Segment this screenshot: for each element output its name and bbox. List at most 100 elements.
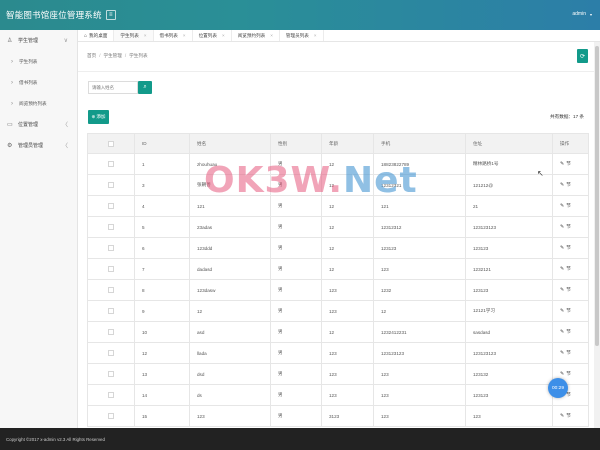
table-row[interactable]: 9 12 男 123 12 12121学习 ✎ 节	[87, 300, 589, 322]
cell-age: 12	[321, 216, 374, 238]
table-row[interactable]: 12 llada 男 123 123123123 123123123 ✎ 节	[87, 342, 589, 364]
tab-admin-list[interactable]: 管理员列表 ×	[280, 30, 324, 41]
table-row[interactable]: 5 23adas 男 12 12312312 123123123 ✎ 节	[87, 216, 589, 238]
cell-phone: 123	[373, 258, 466, 280]
checkbox[interactable]	[108, 140, 114, 147]
close-icon[interactable]: ×	[183, 33, 186, 38]
table-row[interactable]: 10 asd 男 12 1232412231 sasdasd ✎ 节	[87, 321, 589, 343]
table-row[interactable]: 15 123 男 3123 123 123 ✎ 节	[87, 405, 589, 427]
cell-id: 4	[134, 195, 190, 217]
edit-button[interactable]: ✎节	[560, 350, 571, 356]
cell-gender: 男	[270, 363, 322, 385]
checkbox[interactable]	[108, 182, 114, 188]
close-icon[interactable]: ×	[314, 33, 317, 38]
checkbox[interactable]	[108, 224, 114, 230]
row-select-cell[interactable]	[87, 279, 135, 301]
tab-seat-list[interactable]: 位置列表 ×	[193, 30, 232, 41]
table-row[interactable]: 14ds男123123123123✎节	[87, 384, 589, 406]
tab-label: 我的桌面	[89, 32, 108, 38]
breadcrumb-item[interactable]: 首页	[87, 53, 96, 58]
refresh-button[interactable]: ⟳	[577, 49, 588, 63]
checkbox[interactable]	[108, 350, 114, 356]
close-icon[interactable]: ×	[270, 33, 273, 38]
checkbox[interactable]	[108, 161, 114, 167]
cell-address: sasdasd	[465, 321, 553, 343]
scrollbar-thumb[interactable]	[595, 46, 599, 346]
sidebar-item-borrow-list[interactable]: › 借书列表	[0, 72, 77, 93]
tab-label: 借书列表	[159, 32, 178, 38]
chevron-down-icon[interactable]: ▾	[590, 12, 592, 17]
sidebar-item-student-management[interactable]: ♙ 学生管理 ∨	[0, 30, 77, 51]
row-select-cell[interactable]	[87, 216, 135, 238]
edit-button[interactable]: ✎节	[560, 161, 571, 167]
row-select-cell[interactable]	[87, 300, 135, 322]
breadcrumb-item[interactable]: 学生管理	[103, 53, 121, 58]
row-select-cell[interactable]	[87, 363, 135, 385]
sidebar-item-admin-management[interactable]: ⚙ 管理员管理 〈	[0, 135, 77, 156]
edit-button[interactable]: ✎节	[560, 413, 571, 419]
watermark: OK3W.Net	[204, 160, 418, 201]
edit-button[interactable]: ✎节	[560, 371, 571, 377]
close-icon[interactable]: ×	[222, 33, 225, 38]
row-select-cell[interactable]	[87, 384, 135, 406]
close-icon[interactable]: ×	[144, 33, 147, 38]
table-row[interactable]: 13 dsd 男 123 123 123132 ✎ 节	[87, 363, 589, 385]
action-label: 节	[566, 371, 571, 376]
edit-button[interactable]: ✎节	[560, 182, 571, 188]
add-button[interactable]: ⊕ 添加	[88, 110, 109, 124]
cell-address: 123123	[465, 384, 553, 406]
checkbox[interactable]	[108, 287, 114, 293]
sidebar-item-reservation-list[interactable]: › 阅览预约列表	[0, 93, 77, 114]
checkbox[interactable]	[108, 413, 114, 419]
sidebar-item-seat-management[interactable]: ▭ 位置管理 〈	[0, 114, 77, 135]
select-all-cell[interactable]	[87, 133, 135, 154]
edit-button[interactable]: ✎节	[560, 287, 571, 293]
breadcrumb-separator: /	[124, 53, 127, 58]
row-select-cell[interactable]	[87, 405, 135, 427]
cell-phone: 123	[373, 405, 466, 427]
checkbox[interactable]	[108, 203, 114, 209]
edit-button[interactable]: ✎节	[560, 224, 571, 230]
row-select-cell[interactable]	[87, 321, 135, 343]
tab-borrow-list[interactable]: 借书列表 ×	[154, 30, 193, 41]
edit-button[interactable]: ✎节	[560, 308, 571, 314]
scrollbar[interactable]	[594, 42, 600, 428]
hamburger-icon[interactable]: ≡	[105, 10, 116, 20]
row-select-cell[interactable]	[87, 153, 135, 175]
tab-desktop[interactable]: ⌂ 我的桌面	[78, 30, 115, 41]
column-header-phone: 手机	[373, 133, 466, 154]
pencil-icon: ✎	[560, 182, 565, 188]
checkbox[interactable]	[108, 266, 114, 272]
table-row[interactable]: 6 123ddd 男 12 123123 123123 ✎ 节	[87, 237, 589, 259]
search-button[interactable]: ⌕	[138, 81, 152, 94]
checkbox[interactable]	[108, 329, 114, 335]
row-select-cell[interactable]	[87, 342, 135, 364]
checkbox[interactable]	[108, 308, 114, 314]
user-menu[interactable]: admin	[572, 11, 586, 17]
edit-button[interactable]: ✎节	[560, 245, 571, 251]
edit-button[interactable]: ✎节	[560, 329, 571, 335]
tab-student-list[interactable]: 学生列表 ×	[114, 30, 154, 41]
pencil-icon: ✎	[560, 287, 565, 293]
edit-button[interactable]: ✎节	[560, 203, 571, 209]
tab-reservation-list[interactable]: 阅览预约列表 ×	[232, 30, 280, 41]
row-select-cell[interactable]	[87, 237, 135, 259]
search-input[interactable]	[88, 81, 138, 94]
table-row[interactable]: 8 123dasw 男 123 1232 123123 ✎ 节	[87, 279, 589, 301]
row-select-cell[interactable]	[87, 258, 135, 280]
sidebar-item-label: 借书列表	[19, 79, 38, 85]
row-select-cell[interactable]	[87, 195, 135, 217]
cell-phone: 1232	[373, 279, 466, 301]
cell-age: 123	[321, 363, 374, 385]
checkbox[interactable]	[108, 245, 114, 251]
checkbox[interactable]	[108, 371, 114, 377]
cell-phone: 12312312	[373, 216, 466, 238]
floating-timer-badge[interactable]: 00:29	[548, 378, 568, 398]
row-select-cell[interactable]	[87, 174, 135, 196]
pencil-icon: ✎	[560, 371, 565, 377]
cell-name: 123ddd	[189, 237, 271, 259]
table-row[interactable]: 7 dadasd 男 12 123 1232121 ✎ 节	[87, 258, 589, 280]
edit-button[interactable]: ✎节	[560, 266, 571, 272]
checkbox[interactable]	[108, 392, 114, 398]
sidebar-item-student-list[interactable]: › 学生列表	[0, 51, 77, 72]
